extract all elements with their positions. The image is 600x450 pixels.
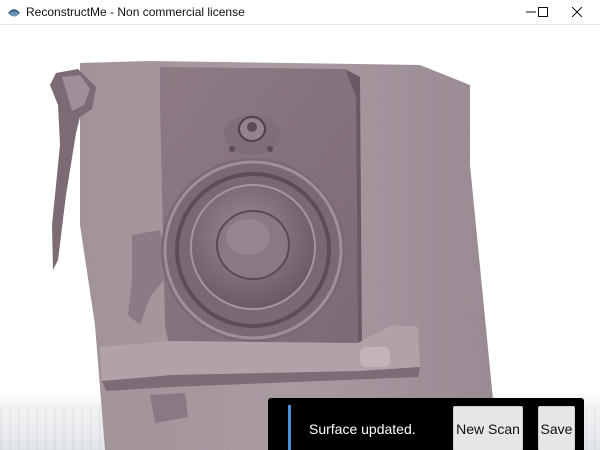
app-logo-icon: [7, 6, 21, 18]
close-button[interactable]: [554, 0, 600, 24]
maximize-icon: [538, 7, 548, 17]
reconstructed-surface: [50, 61, 495, 450]
3d-viewport[interactable]: Surface updated. New Scan Save: [0, 25, 600, 450]
title-bar: ReconstructMe - Non commercial license: [0, 0, 600, 25]
toast-accent-bar: [288, 405, 291, 450]
new-scan-button[interactable]: New Scan: [453, 406, 523, 450]
close-icon: [572, 7, 582, 17]
window-title: ReconstructMe - Non commercial license: [26, 5, 245, 19]
toast-message: Surface updated.: [309, 421, 416, 437]
save-button[interactable]: Save: [538, 406, 575, 450]
notification-toast: Surface updated. New Scan Save: [268, 398, 584, 450]
